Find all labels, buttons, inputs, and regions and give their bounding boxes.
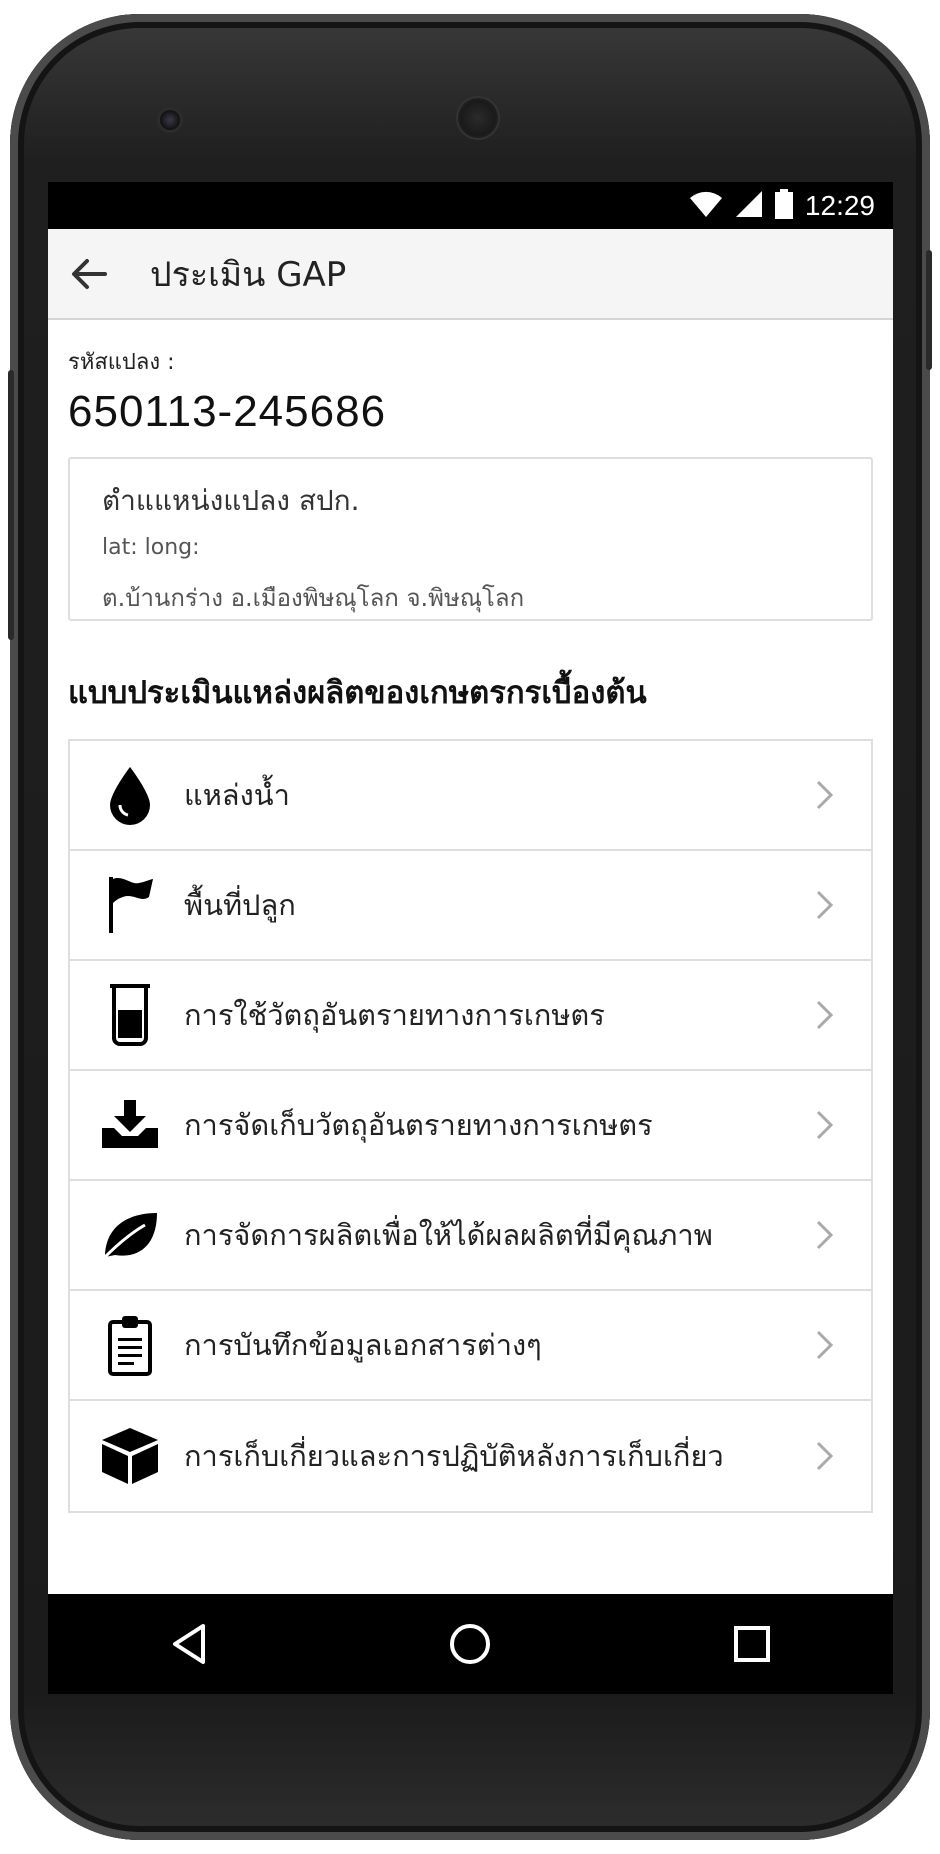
- volume-button: [8, 370, 14, 640]
- list-item-label: พื้นที่ปลูก: [184, 888, 296, 922]
- screen: 12:29 ประเมิน GAP รหัสแปลง : 650113-2456…: [48, 182, 893, 1694]
- list-item-hazardous-use[interactable]: การใช้วัตถุอันตรายทางการเกษตร: [70, 961, 871, 1071]
- list-item-label: การบันทึกข้อมูลเอกสารต่างๆ: [184, 1328, 542, 1362]
- page-title: ประเมิน GAP: [150, 254, 347, 295]
- nav-recents-button[interactable]: [712, 1604, 792, 1684]
- list-item-label: การจัดการผลิตเพื่อให้ได้ผลผลิตที่มีคุณภา…: [184, 1218, 713, 1252]
- section-title: แบบประเมินแหล่งผลิตของเกษตรกรเบื้องต้น: [68, 675, 647, 711]
- chevron-right-icon: [805, 1329, 845, 1361]
- navigation-bar: [48, 1594, 893, 1694]
- list-item-label: การเก็บเกี่ยวและการปฏิบัติหลังการเก็บเกี…: [184, 1439, 724, 1473]
- chevron-right-icon: [805, 1109, 845, 1141]
- plot-code-label: รหัสแปลง :: [68, 350, 175, 375]
- water-drop-icon: [94, 759, 166, 831]
- inbox-download-icon: [94, 1089, 166, 1161]
- location-latlong: lat: long:: [102, 535, 200, 560]
- status-time: 12:29: [804, 189, 875, 221]
- triangle-back-icon: [172, 1624, 205, 1664]
- back-button[interactable]: [58, 243, 120, 305]
- square-recents-icon: [734, 1626, 771, 1662]
- chevron-right-icon: [805, 889, 845, 921]
- list-item-hazardous-storage[interactable]: การจัดเก็บวัตถุอันตรายทางการเกษตร: [70, 1071, 871, 1181]
- list-item-label: แหล่งน้ำ: [184, 778, 290, 812]
- app-bar: ประเมิน GAP: [48, 229, 893, 320]
- chevron-right-icon: [805, 1440, 845, 1472]
- list-item-water-source[interactable]: แหล่งน้ำ: [70, 741, 871, 851]
- list-item-harvest[interactable]: การเก็บเกี่ยวและการปฏิบัติหลังการเก็บเกี…: [70, 1401, 871, 1511]
- location-title: ตำแแหน่งแปลง สปก.: [102, 484, 360, 517]
- leaf-icon: [94, 1199, 166, 1271]
- main-content: รหัสแปลง : 650113-245686 ตำแแหน่งแปลง สป…: [48, 344, 893, 1513]
- list-item-records[interactable]: การบันทึกข้อมูลเอกสารต่างๆ: [70, 1291, 871, 1401]
- status-bar: 12:29: [48, 182, 893, 229]
- battery-icon: [774, 188, 793, 223]
- circle-home-icon: [450, 1624, 491, 1664]
- list-item-label: การใช้วัตถุอันตรายทางการเกษตร: [184, 998, 605, 1032]
- list-item-quality-production[interactable]: การจัดการผลิตเพื่อให้ได้ผลผลิตที่มีคุณภา…: [70, 1181, 871, 1291]
- arrow-back-icon: [72, 258, 107, 289]
- chevron-right-icon: [805, 1219, 845, 1251]
- nav-back-button[interactable]: [149, 1604, 229, 1684]
- location-address: ต.บ้านกร่าง อ.เมืองพิษณุโลก จ.พิษณุโลก: [102, 584, 525, 612]
- front-camera: [160, 110, 180, 130]
- plot-code-value: 650113-245686: [68, 387, 387, 436]
- power-button: [926, 250, 932, 370]
- chevron-right-icon: [805, 779, 845, 811]
- speaker-grille: [458, 98, 498, 138]
- location-card: ตำแแหน่งแปลง สปก. lat: long: ต.บ้านกร่าง…: [68, 457, 873, 621]
- list-item-label: การจัดเก็บวัตถุอันตรายทางการเกษตร: [184, 1108, 653, 1142]
- signal-icon: [735, 190, 763, 222]
- flag-icon: [94, 869, 166, 941]
- nav-home-button[interactable]: [430, 1604, 510, 1684]
- list-item-planting-area[interactable]: พื้นที่ปลูก: [70, 851, 871, 961]
- chevron-right-icon: [805, 999, 845, 1031]
- clipboard-icon: [94, 1309, 166, 1381]
- box-icon: [94, 1420, 166, 1492]
- wifi-icon: [689, 190, 723, 222]
- beaker-icon: [94, 979, 166, 1051]
- assessment-list: แหล่งน้ำ พื้นที่ปลูก การใช้วัตถุอันตรายท…: [68, 739, 873, 1513]
